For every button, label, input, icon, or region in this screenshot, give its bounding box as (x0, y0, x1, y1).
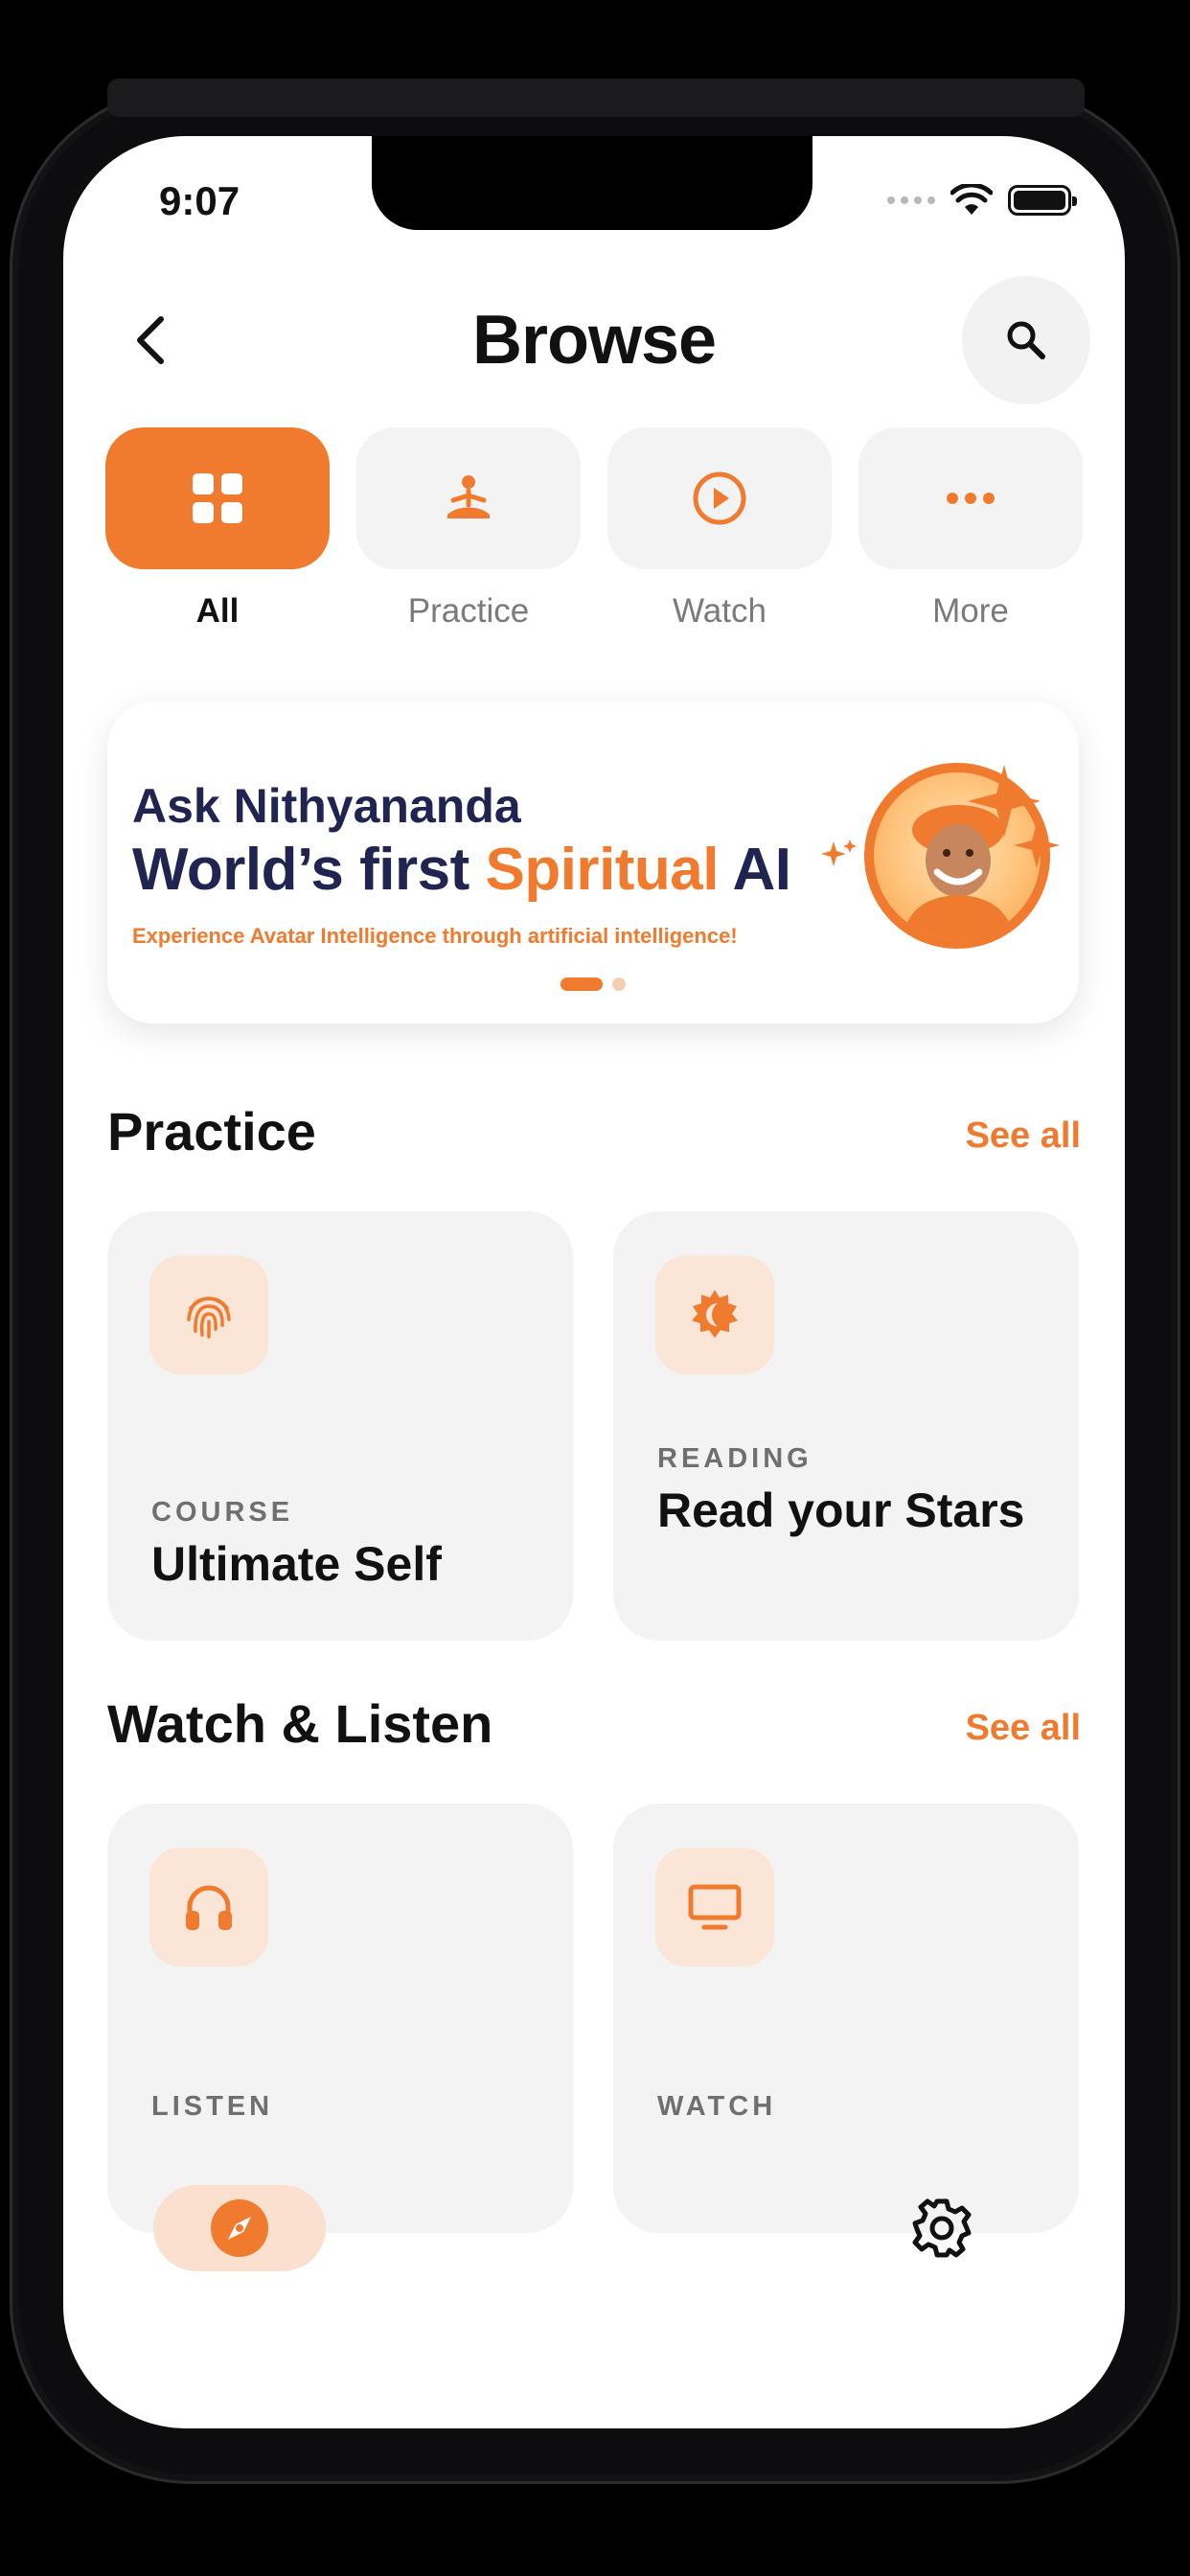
tab-practice[interactable]: Practice (356, 427, 581, 631)
headphones-icon (186, 1885, 232, 1930)
tab-label: More (932, 592, 1009, 630)
card-icon-box (655, 1255, 774, 1374)
signal-icon (887, 196, 935, 204)
practice-section-title: Practice (107, 1101, 316, 1162)
wifi-icon (950, 184, 993, 215)
ai-promo-banner[interactable]: Ask Nithyananda World’s first Spiritual … (107, 702, 1079, 1024)
nav-settings-button[interactable] (908, 2195, 975, 2262)
card-icon-box (655, 1848, 774, 1966)
watch-listen-section-title: Watch & Listen (107, 1693, 493, 1754)
monitor-icon (688, 1884, 742, 1930)
tab-more-box[interactable] (858, 427, 1083, 569)
sparkle-icon (821, 840, 857, 866)
tab-watch-box[interactable] (607, 427, 832, 569)
banner-subtitle: Experience Avatar Intelligence through a… (132, 924, 738, 948)
play-circle-icon (693, 472, 746, 525)
search-icon (1007, 321, 1045, 359)
practice-card-reading[interactable]: READING Read your Stars (613, 1211, 1079, 1641)
card-title: Read your Stars (657, 1484, 1025, 1537)
banner-tagline: World’s first Spiritual AI (132, 836, 791, 904)
device-top-edge (107, 0, 1085, 80)
practice-card-course[interactable]: COURSE Ultimate Self (107, 1211, 573, 1641)
tab-more[interactable]: More (858, 427, 1083, 631)
gear-icon (912, 2198, 972, 2258)
card-icon-box (149, 1848, 268, 1966)
carousel-dot-active[interactable] (561, 978, 603, 991)
tab-practice-box[interactable] (356, 427, 581, 569)
notch (372, 136, 812, 230)
grid-icon (193, 473, 242, 523)
tab-all[interactable]: All (105, 427, 330, 631)
sun-moon-icon (692, 1290, 738, 1338)
banner-tagline-accent: Spiritual (485, 837, 720, 903)
watch-listen-card-watch[interactable]: WATCH (613, 1804, 1079, 2233)
nav-explore-button[interactable] (153, 2185, 326, 2271)
card-kicker: READING (657, 1443, 812, 1474)
battery-icon (1008, 185, 1077, 216)
watch-listen-card-listen[interactable]: LISTEN (107, 1804, 573, 2233)
tab-label: Watch (673, 592, 767, 630)
tab-label: All (195, 592, 240, 630)
card-kicker: LISTEN (151, 2091, 274, 2122)
card-icon-box (149, 1255, 268, 1374)
search-button[interactable] (962, 276, 1090, 404)
tab-label: Practice (407, 592, 530, 630)
card-kicker: COURSE (151, 1497, 294, 1528)
meditation-icon (447, 475, 490, 518)
carousel-pagination (107, 978, 1079, 991)
banner-tagline-suffix: AI (719, 837, 791, 903)
status-icons (887, 184, 1077, 217)
status-time: 9:07 (159, 178, 240, 223)
fingerprint-icon (187, 1297, 231, 1339)
more-dots-icon (947, 493, 995, 504)
practice-see-all-link[interactable]: See all (966, 1116, 1081, 1157)
compass-icon (211, 2199, 268, 2257)
card-kicker: WATCH (657, 2091, 777, 2122)
carousel-dot[interactable] (612, 978, 626, 991)
phone-frame-band (107, 79, 1085, 117)
watch-listen-see-all-link[interactable]: See all (966, 1708, 1081, 1749)
tab-all-box[interactable] (105, 427, 330, 569)
phone-screen: 9:07 Browse All Practice Watch More Ask … (63, 136, 1125, 2428)
banner-heading: Ask Nithyananda (132, 779, 521, 833)
card-title: Ultimate Self (151, 1537, 442, 1591)
sparkle-medium-icon (1014, 822, 1060, 868)
category-tabs: All Practice Watch More (105, 427, 1083, 631)
banner-tagline-prefix: World’s first (132, 837, 486, 903)
tab-watch[interactable]: Watch (607, 427, 832, 631)
